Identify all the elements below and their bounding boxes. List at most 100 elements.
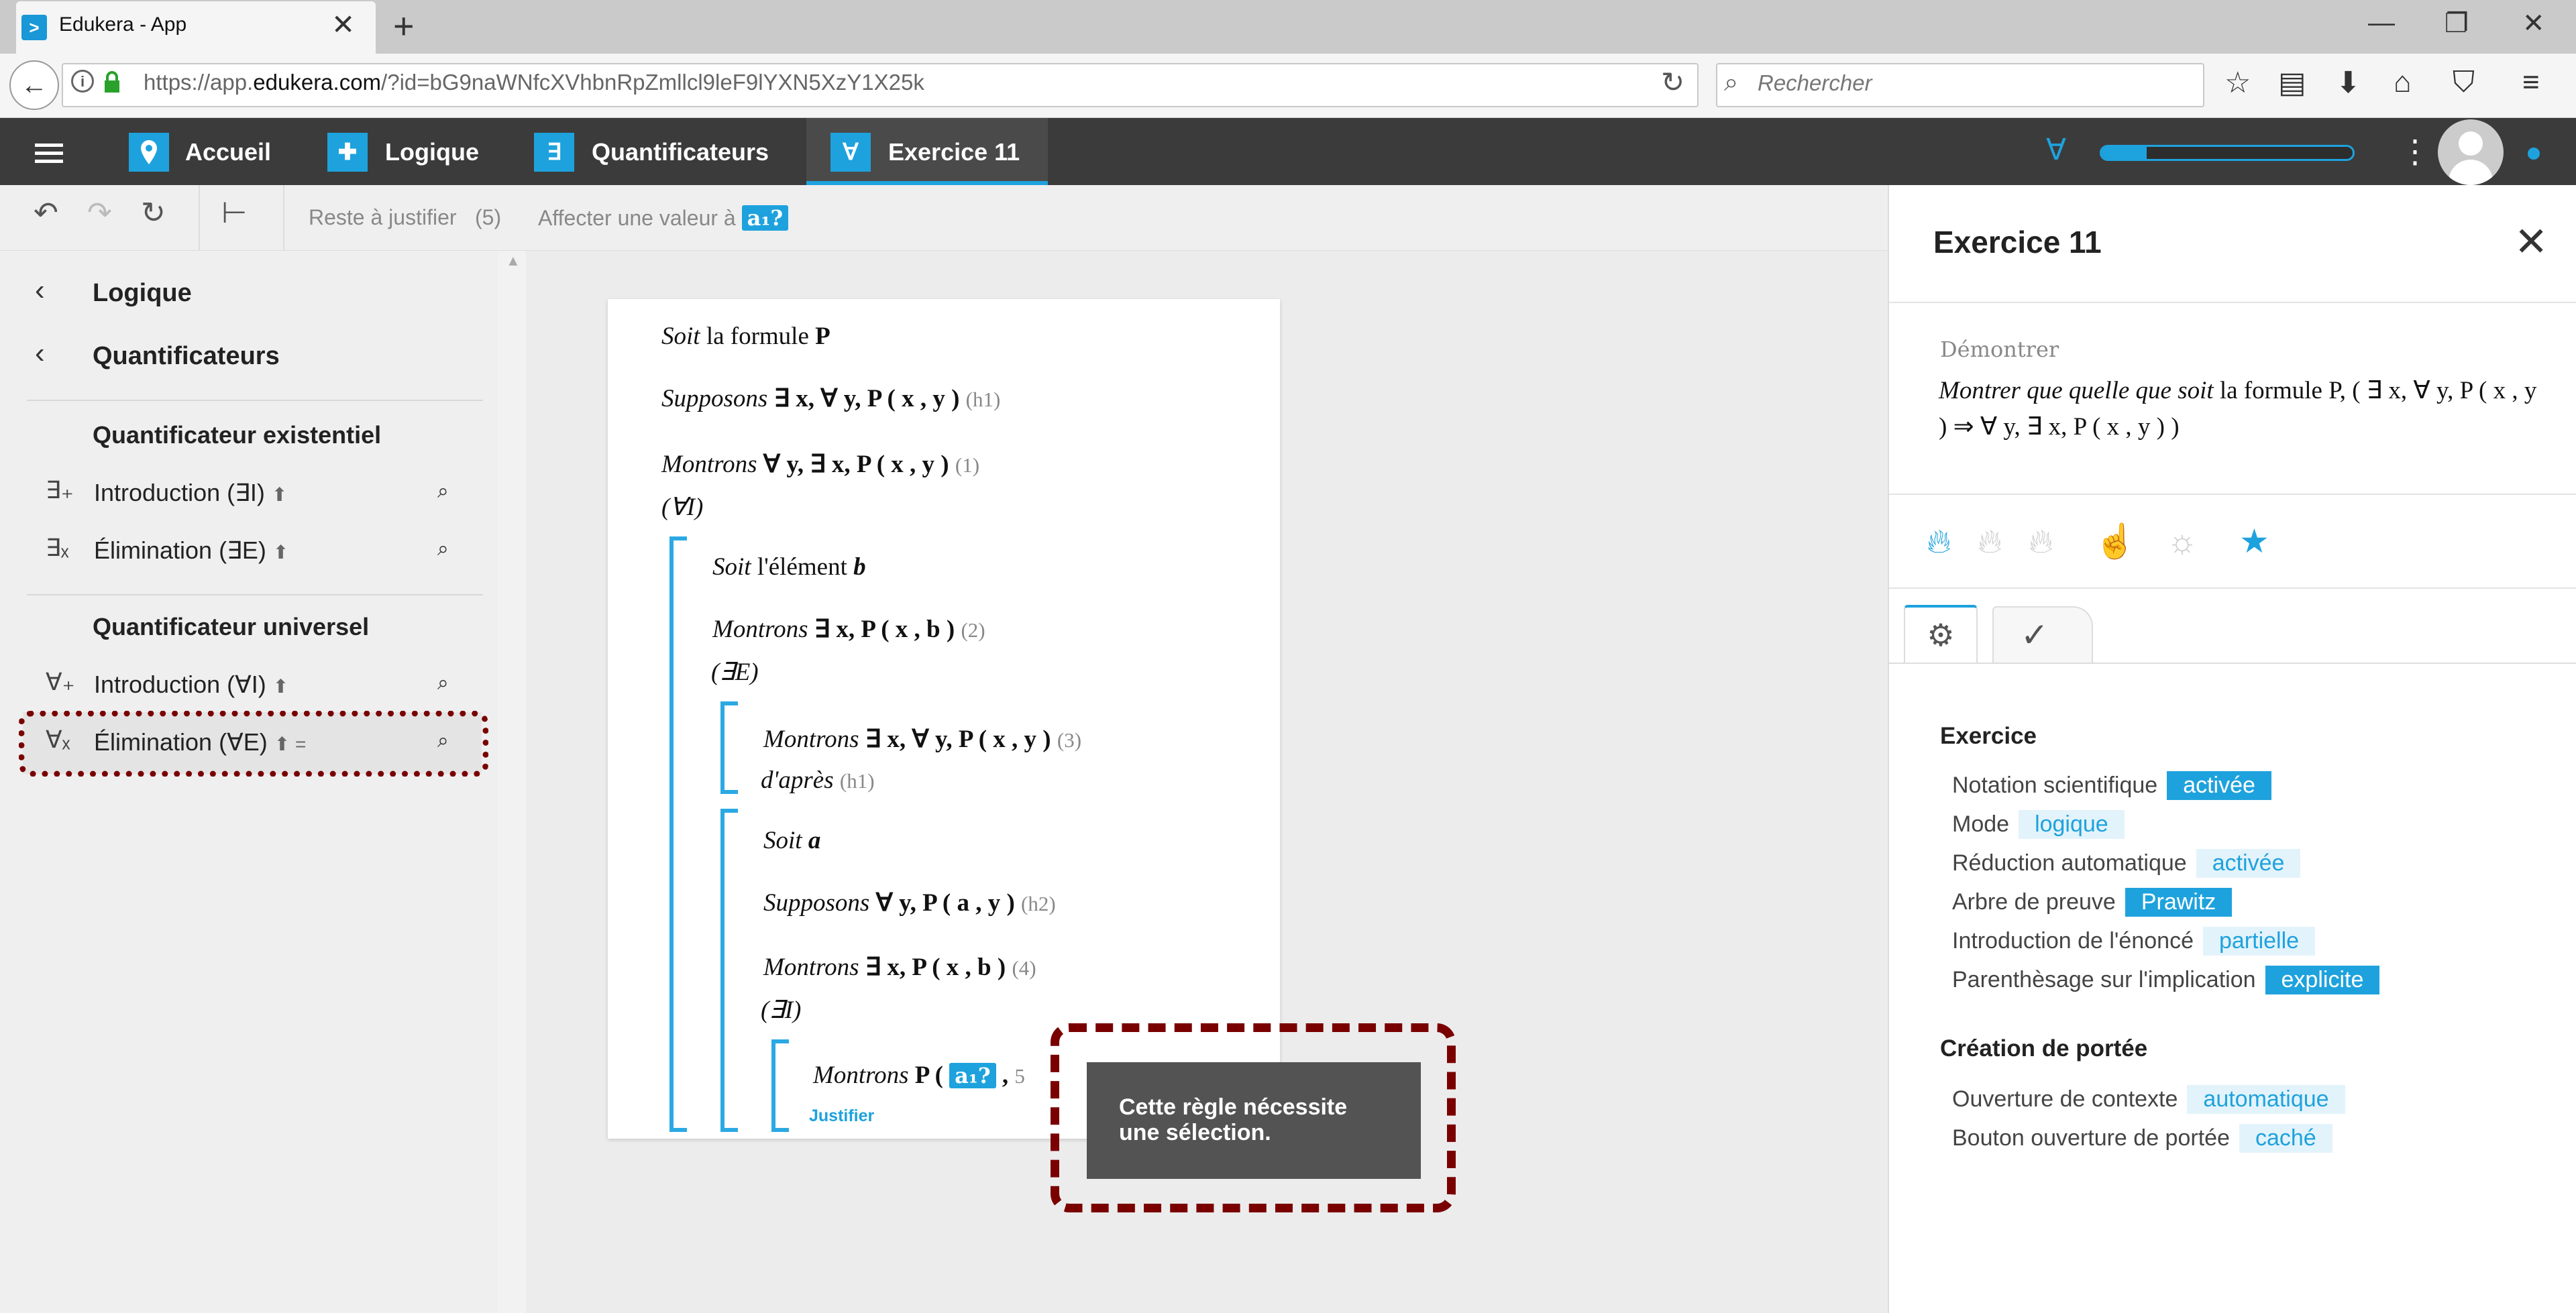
forall-icon: ∀ bbox=[2046, 133, 2067, 166]
bookmark-star-icon[interactable]: ☆ bbox=[2224, 66, 2251, 100]
map-pin-icon[interactable] bbox=[129, 133, 169, 172]
option-value[interactable]: logique bbox=[2019, 810, 2125, 839]
flame-icon: 🔥︎ bbox=[2029, 522, 2053, 560]
proof-line[interactable]: Soit l'élément b bbox=[712, 553, 866, 581]
forall-intro-icon: ∀₊ bbox=[46, 668, 75, 695]
turnstile-icon[interactable]: ⊢ bbox=[221, 196, 247, 230]
hamburger-menu-icon[interactable]: ≡ bbox=[2522, 66, 2540, 99]
option-reduction[interactable]: Réduction automatique activée bbox=[1952, 849, 2301, 878]
option-ouverture[interactable]: Ouverture de contexte automatique bbox=[1952, 1085, 2345, 1114]
proof-line[interactable]: Montrons ∀ y, ∃ x, P ( x , y ) (1) bbox=[661, 449, 979, 479]
proof-line[interactable]: Soit la formule P bbox=[661, 322, 830, 351]
edukera-favicon-icon: > bbox=[21, 15, 47, 40]
breadcrumb-quantificateurs[interactable]: Quantificateurs bbox=[592, 138, 769, 166]
back-arrow-icon[interactable]: ← bbox=[9, 60, 59, 110]
option-value[interactable]: activée bbox=[2196, 849, 2301, 878]
rule-exists-elim[interactable]: Élimination (∃E) ⬆ bbox=[94, 536, 288, 565]
proof-line[interactable]: Montrons ∃ x, P ( x , b ) (4) bbox=[763, 952, 1036, 982]
breadcrumb-accueil[interactable]: Accueil bbox=[185, 138, 271, 166]
proof-line-current[interactable]: Montrons P ( a₁? , 5 bbox=[813, 1061, 1025, 1090]
scroll-up-icon[interactable]: ▲ bbox=[506, 252, 521, 270]
annotation-dotted-box bbox=[19, 711, 488, 777]
rule-forall-intro[interactable]: Introduction (∀I) ⬆ bbox=[94, 671, 288, 699]
section-universal: Quantificateur universel bbox=[93, 613, 370, 640]
proof-line[interactable]: Supposons ∀ y, P ( a , y ) (h2) bbox=[763, 888, 1056, 917]
section-exercice: Exercice bbox=[1940, 723, 2037, 749]
info-icon[interactable]: i bbox=[71, 70, 94, 93]
option-value[interactable]: explicite bbox=[2265, 966, 2380, 994]
more-options-icon[interactable]: ⋮ bbox=[2399, 133, 2431, 170]
assign-value-button[interactable]: Affecter une valeur à a₁? bbox=[538, 205, 789, 231]
option-introduction[interactable]: Introduction de l'énoncé partielle bbox=[1952, 927, 2316, 956]
exists-icon[interactable]: ∃ bbox=[534, 133, 574, 172]
rule-label[interactable]: (∃E) bbox=[711, 657, 759, 687]
option-parenthesage[interactable]: Parenthèsage sur l'implication explicite bbox=[1952, 966, 2380, 994]
option-mode[interactable]: Mode logique bbox=[1952, 810, 2125, 839]
chevron-left-icon[interactable]: ‹ bbox=[35, 337, 45, 370]
restore-icon[interactable]: ❐ bbox=[2445, 8, 2469, 39]
scope-bar-tick bbox=[771, 1128, 789, 1132]
option-value[interactable]: activée bbox=[2167, 771, 2271, 800]
rule-label[interactable]: (∃I) bbox=[761, 995, 801, 1025]
metavariable-chip[interactable]: a₁? bbox=[949, 1063, 996, 1088]
proof-line[interactable]: Soit a bbox=[763, 826, 820, 855]
option-value[interactable]: Prawitz bbox=[2125, 888, 2233, 917]
proof-line[interactable]: Supposons ∃ x, ∀ y, P ( x , y ) (h1) bbox=[661, 384, 1000, 413]
rule-label[interactable]: (∀I) bbox=[661, 492, 703, 522]
option-value[interactable]: partielle bbox=[2202, 927, 2316, 956]
check-tab-icon[interactable]: ✓ bbox=[1992, 606, 2093, 664]
proof-line[interactable]: Montrons ∃ x, P ( x , b ) (2) bbox=[712, 614, 985, 644]
forall-icon[interactable]: ∀ bbox=[830, 133, 871, 172]
url-text[interactable]: https://app.edukera.com/?id=bG9naWNfcXVh… bbox=[144, 70, 924, 95]
panel-divider bbox=[1889, 587, 2576, 589]
progress-bar bbox=[2100, 145, 2355, 161]
tab-divider bbox=[1889, 663, 2576, 664]
download-icon[interactable]: ⬇ bbox=[2336, 66, 2361, 100]
reset-icon[interactable]: ↻ bbox=[141, 196, 166, 230]
redo-icon[interactable]: ↷ bbox=[87, 196, 112, 230]
breadcrumb-logique[interactable]: Logique bbox=[385, 138, 479, 166]
back-logique[interactable]: Logique bbox=[93, 279, 192, 308]
option-bouton[interactable]: Bouton ouverture de portée caché bbox=[1952, 1124, 2332, 1153]
search-icon[interactable]: ⌕ bbox=[437, 538, 449, 561]
statement-heading: Démontrer bbox=[1940, 337, 2059, 362]
exists-elim-icon: ∃ₓ bbox=[46, 534, 69, 561]
search-icon[interactable]: ⌕ bbox=[437, 672, 449, 695]
proof-line[interactable]: Montrons ∃ x, ∀ y, P ( x , y ) (3) bbox=[763, 724, 1081, 754]
minimize-icon[interactable]: — bbox=[2368, 8, 2395, 38]
close-icon[interactable]: ✕ bbox=[2514, 219, 2548, 266]
breadcrumb-exercice[interactable]: Exercice 11 bbox=[888, 138, 1020, 166]
chevron-left-icon[interactable]: ‹ bbox=[35, 274, 45, 307]
sidebar-divider bbox=[27, 400, 483, 401]
option-arbre[interactable]: Arbre de preuve Prawitz bbox=[1952, 888, 2233, 917]
hand-icon: ☝ bbox=[2094, 522, 2137, 560]
back-quantificateurs[interactable]: Quantificateurs bbox=[93, 342, 280, 371]
exists-intro-icon: ∃₊ bbox=[46, 476, 74, 504]
justify-link[interactable]: Justifier bbox=[809, 1106, 874, 1126]
home-icon[interactable]: ⌂ bbox=[2394, 66, 2412, 99]
undo-icon[interactable]: ↶ bbox=[34, 196, 58, 230]
option-value[interactable]: caché bbox=[2239, 1124, 2332, 1153]
panel-title: Exercice 11 bbox=[1933, 225, 2102, 260]
rule-exists-intro[interactable]: Introduction (∃I) ⬆ bbox=[94, 479, 287, 507]
scope-bar bbox=[771, 1039, 775, 1132]
proof-line[interactable]: d'après (h1) bbox=[761, 766, 875, 795]
avatar[interactable] bbox=[2438, 119, 2504, 185]
window-close-icon[interactable]: ✕ bbox=[2522, 8, 2545, 39]
reload-icon[interactable]: ↻ bbox=[1661, 66, 1684, 99]
remaining-to-justify-label[interactable]: Reste à justifier bbox=[309, 205, 457, 230]
puzzle-icon[interactable]: ✚ bbox=[327, 133, 368, 172]
browser-tab-strip bbox=[0, 0, 2576, 54]
option-value[interactable]: automatique bbox=[2187, 1085, 2345, 1114]
reading-list-icon[interactable]: ▤ bbox=[2278, 66, 2306, 100]
menu-icon[interactable] bbox=[35, 144, 63, 164]
scrollbar[interactable] bbox=[498, 251, 526, 1313]
pocket-icon[interactable]: ⛉ bbox=[2453, 66, 2475, 99]
scope-bar-tick bbox=[720, 790, 738, 794]
settings-tab-gear-icon[interactable]: ⚙ bbox=[1904, 605, 1978, 664]
search-icon[interactable]: ⌕ bbox=[437, 480, 449, 503]
close-tab-icon[interactable]: ✕ bbox=[331, 8, 355, 41]
option-notation[interactable]: Notation scientifique activée bbox=[1952, 771, 2271, 800]
metavariable-chip[interactable]: a₁? bbox=[741, 205, 789, 231]
new-tab-icon[interactable]: + bbox=[393, 5, 415, 47]
